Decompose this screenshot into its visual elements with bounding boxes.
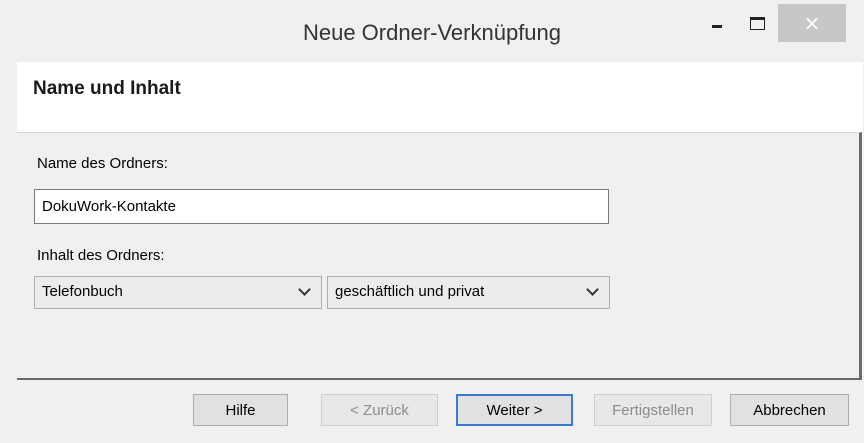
content-scope-select[interactable]: geschäftlich und privat	[327, 276, 610, 309]
button-bar: Hilfe < Zurück Weiter > Fertigstellen Ab…	[17, 380, 863, 443]
cancel-button[interactable]: Abbrechen	[730, 394, 849, 426]
minimize-icon	[712, 24, 722, 28]
wizard-dialog: Name und Inhalt Name des Ordners: Inhalt…	[17, 62, 863, 443]
chevron-down-icon	[298, 283, 311, 296]
title-bar[interactable]: Neue Ordner-Verknüpfung ×	[0, 0, 864, 62]
folder-content-label: Inhalt des Ordners:	[37, 247, 165, 264]
folder-name-input[interactable]	[34, 189, 609, 224]
wizard-header: Name und Inhalt	[17, 62, 863, 132]
help-button[interactable]: Hilfe	[193, 394, 288, 426]
content-scope-value: geschäftlich und privat	[335, 283, 485, 300]
back-button[interactable]: < Zurück	[321, 394, 438, 426]
wizard-content: Name des Ordners: Inhalt des Ordners: Te…	[17, 132, 862, 381]
window-title: Neue Ordner-Verknüpfung	[302, 20, 562, 45]
minimize-button[interactable]	[700, 4, 734, 42]
close-icon: ×	[803, 11, 821, 35]
maximize-icon	[749, 16, 765, 30]
finish-button[interactable]: Fertigstellen	[594, 394, 712, 426]
chevron-down-icon	[586, 283, 599, 296]
page-heading: Name und Inhalt	[33, 78, 181, 99]
maximize-button[interactable]	[740, 4, 774, 42]
next-button[interactable]: Weiter >	[456, 394, 573, 426]
content-type-value: Telefonbuch	[42, 283, 123, 300]
folder-name-label: Name des Ordners:	[37, 155, 168, 172]
content-type-select[interactable]: Telefonbuch	[34, 276, 322, 309]
close-button[interactable]: ×	[778, 4, 846, 42]
